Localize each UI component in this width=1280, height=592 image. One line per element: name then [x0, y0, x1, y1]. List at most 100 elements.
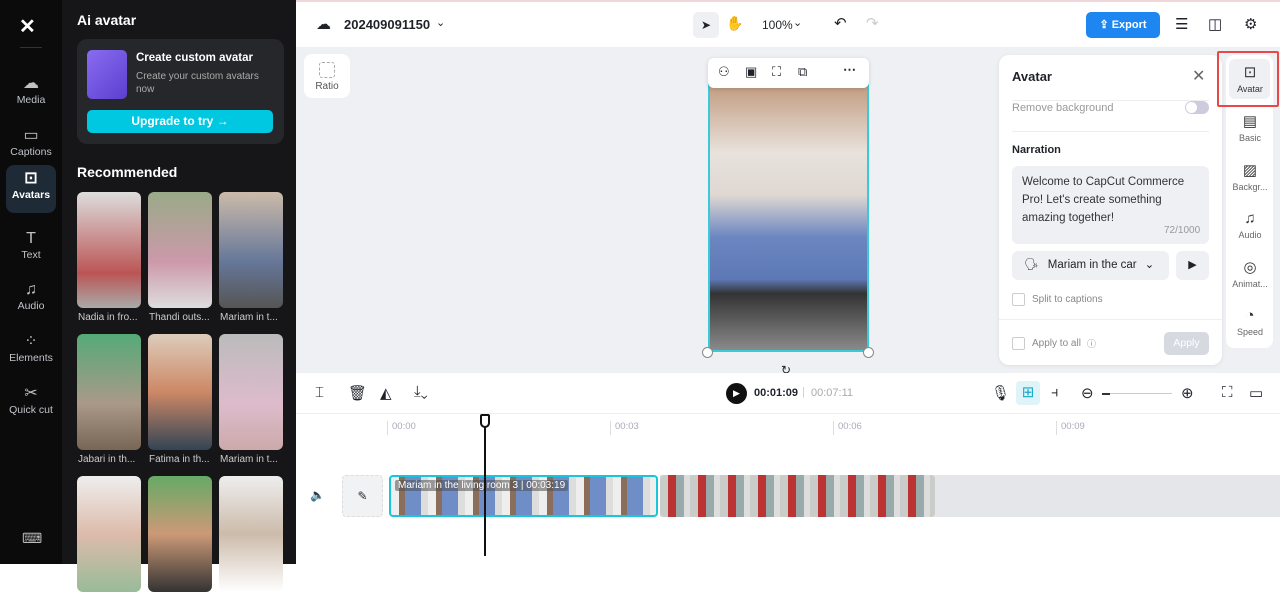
avatar-thumb[interactable]	[219, 334, 283, 450]
apply-all-label: Apply to all	[1032, 338, 1081, 349]
fit-icon[interactable]: ⛶	[772, 64, 781, 80]
edit-track-button[interactable]: ✎	[342, 475, 383, 517]
play-voice-button[interactable]: ▶	[1176, 251, 1209, 280]
video-preview[interactable]	[708, 66, 869, 352]
add-image-icon[interactable]: ▣	[745, 64, 757, 80]
keyboard-icon[interactable]: ⌨	[22, 530, 42, 547]
redo-icon[interactable]: ↷	[866, 14, 879, 32]
avatar-thumb[interactable]	[219, 192, 283, 308]
captions-icon: ▭	[23, 127, 39, 144]
avatar-icon: ⊡	[1243, 64, 1257, 81]
rail-captions[interactable]: ▭ Captions	[6, 122, 56, 168]
timeline-zoom-slider[interactable]	[1102, 393, 1172, 395]
tab-animation[interactable]: ◎ Animat...	[1230, 257, 1270, 289]
voice-label: Mariam in the car	[1047, 259, 1137, 271]
avatar-thumb[interactable]	[148, 192, 212, 308]
avatar-thumb[interactable]	[77, 334, 141, 450]
video-clip-selected[interactable]: Mariam in the living room 3 | 00:03:19	[389, 475, 658, 517]
avatar-edit-icon[interactable]: ⚇	[718, 64, 730, 80]
ratio-icon	[319, 62, 335, 78]
more-icon[interactable]: ⋯	[843, 62, 856, 78]
rail-text[interactable]: T Text	[6, 225, 56, 271]
upgrade-button[interactable]: Upgrade to try →	[87, 110, 273, 133]
export-icon: ⇪	[1099, 19, 1112, 31]
replace-icon[interactable]: ⧉	[798, 64, 807, 80]
avatar-thumb[interactable]	[148, 476, 212, 592]
rail-elements[interactable]: ⁘ Elements	[6, 328, 56, 374]
mirror-icon[interactable]: ◭	[380, 384, 392, 402]
avatar-thumb[interactable]	[77, 476, 141, 592]
card-desc: Create your custom avatars now	[136, 71, 259, 95]
apply-all-checkbox[interactable]	[1012, 337, 1025, 350]
apply-button[interactable]: Apply	[1164, 332, 1209, 355]
delete-icon[interactable]: 🗑	[348, 384, 367, 402]
chevron-down-icon[interactable]: ⌄	[436, 16, 445, 29]
export-label: Export	[1111, 19, 1147, 31]
download-icon[interactable]: ⤓⌄	[414, 383, 428, 400]
speed-icon: ◔	[1245, 307, 1255, 324]
avatar-caption: Mariam in t...	[220, 454, 278, 465]
align-icon[interactable]: ⫞	[1051, 384, 1059, 401]
split-captions-checkbox[interactable]	[1012, 293, 1025, 306]
close-icon[interactable]: ✕	[1192, 66, 1205, 86]
tab-label: Animat...	[1232, 279, 1268, 289]
feedback-icon[interactable]: ▭	[1249, 384, 1263, 402]
avatar-caption: Thandi outs...	[149, 312, 210, 323]
current-time: 00:01:09	[754, 387, 799, 399]
rail-avatars[interactable]: ⊡ Avatars	[6, 165, 56, 213]
layout-icon[interactable]: ◫	[1208, 15, 1222, 33]
rail-quick-cut[interactable]: ✂ Quick cut	[6, 380, 56, 424]
voice-select[interactable]: 🗣 Mariam in the car ⌄	[1012, 251, 1169, 280]
tab-basic[interactable]: ▤ Basic	[1230, 111, 1270, 143]
canvas-area: Ratio ⚇ ▣ ⛶ ⧉ ⋯ ↻ Avatar ✕ Remove backgr…	[296, 47, 1280, 377]
info-icon: ⓘ	[1087, 339, 1097, 349]
tab-background[interactable]: ▨ Backgr...	[1230, 160, 1270, 192]
rail-label: Elements	[9, 352, 53, 364]
capcut-logo: ✕	[19, 16, 36, 38]
zoom-in-icon[interactable]: ⊕	[1181, 384, 1194, 402]
ruler-tick: 00:00	[387, 421, 416, 435]
chevron-down-icon: ⌄	[1144, 259, 1155, 271]
tab-avatar[interactable]: ⊡ Avatar	[1230, 62, 1270, 94]
tab-audio[interactable]: ♫ Audio	[1230, 208, 1270, 240]
split-icon[interactable]: ⌶	[315, 384, 324, 401]
ratio-button[interactable]: Ratio	[304, 54, 350, 98]
playhead[interactable]	[480, 414, 490, 556]
rail-audio[interactable]: ♫ Audio	[6, 276, 56, 322]
tab-label: Audio	[1238, 230, 1262, 240]
floating-toolbar: ⚇ ▣ ⛶ ⧉ ⋯	[708, 58, 869, 88]
tab-label: Avatar	[1237, 84, 1263, 94]
auto-snap-icon[interactable]: ⊞	[1016, 381, 1040, 405]
clip-name: Mariam in the living room 3	[398, 480, 519, 491]
volume-icon[interactable]: 🔈	[310, 488, 325, 502]
rail-label: Media	[16, 94, 46, 106]
tab-speed[interactable]: ◔ Speed	[1230, 305, 1270, 337]
microphone-icon[interactable]: 🎙	[991, 384, 1010, 402]
ruler-tick: 00:06	[833, 421, 862, 435]
zoom-select[interactable]: 100%	[762, 18, 793, 32]
voice-icon: 🗣	[1024, 259, 1042, 271]
avatar-thumb[interactable]	[219, 476, 283, 592]
resize-handle[interactable]	[702, 347, 713, 358]
resize-handle[interactable]	[863, 347, 874, 358]
fullscreen-icon[interactable]: ⛶	[1222, 384, 1233, 401]
layers-icon[interactable]: ☰	[1175, 15, 1188, 33]
property-tabs: ⊡ Avatar ▤ Basic ▨ Backgr... ♫ Audio ◎ Animat…	[1217, 51, 1279, 348]
hand-tool-icon[interactable]: ✋	[726, 15, 743, 32]
zoom-out-icon[interactable]: ⊖	[1081, 384, 1094, 402]
rail-media[interactable]: ☁ Media	[6, 70, 56, 116]
avatar-settings-panel: Avatar ✕ Remove background Narration Wel…	[999, 55, 1222, 365]
settings-icon[interactable]: ⚙	[1244, 15, 1257, 33]
play-button[interactable]: ▶	[726, 383, 747, 404]
chevron-down-icon[interactable]: ⌄	[793, 16, 802, 29]
undo-icon[interactable]: ↶	[834, 14, 847, 32]
remove-bg-toggle[interactable]	[1185, 101, 1209, 114]
tab-label: Basic	[1238, 133, 1261, 143]
project-name[interactable]: 202409091150	[344, 17, 430, 32]
select-tool-icon[interactable]: ➤	[693, 12, 719, 38]
export-button[interactable]: ⇪ Export	[1086, 12, 1160, 38]
avatar-thumb[interactable]	[148, 334, 212, 450]
video-clip[interactable]	[660, 475, 935, 517]
avatar-thumb[interactable]	[77, 192, 141, 308]
tab-label: Backgr...	[1232, 182, 1268, 192]
